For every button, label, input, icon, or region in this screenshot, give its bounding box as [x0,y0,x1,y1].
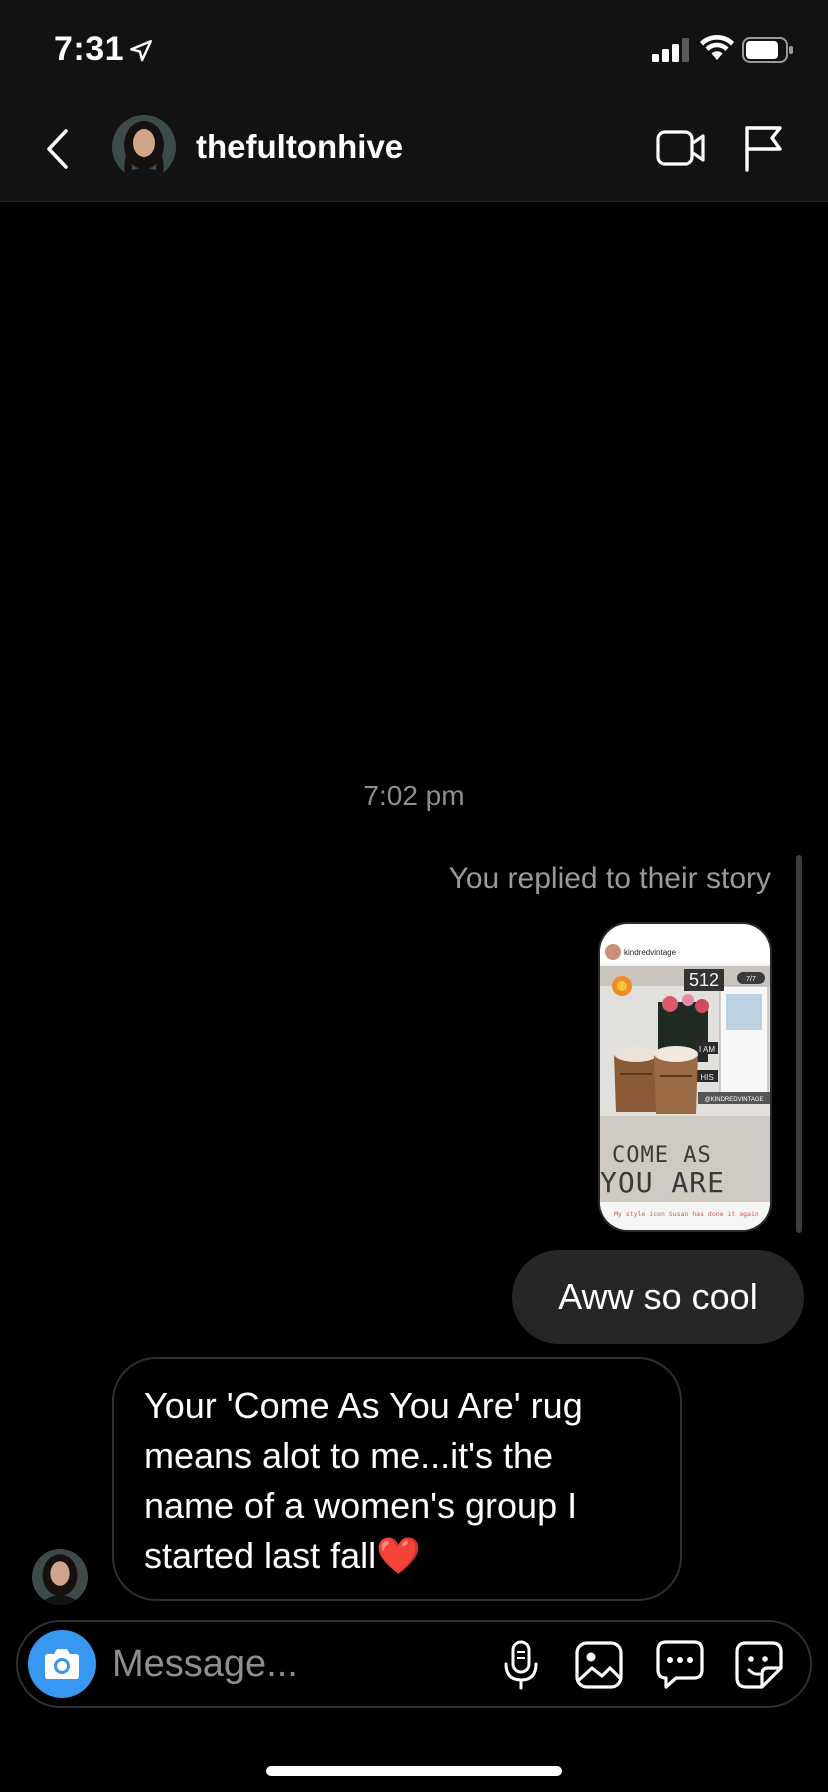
profile-photo-icon [32,1549,88,1605]
status-bar: 7:31 [0,0,828,100]
message-composer [16,1620,812,1708]
story-sign-1: I AM [699,1045,715,1054]
microphone-icon[interactable] [500,1640,542,1690]
message-input[interactable] [112,1636,492,1692]
camera-button[interactable] [28,1630,96,1698]
wifi-icon [700,34,734,60]
message-timestamp: 7:02 pm [363,780,465,811]
story-thumbnail[interactable]: kindredvintage 512 7/7 I AM HIS @KINDRED… [598,922,772,1232]
location-arrow-icon [130,40,152,62]
story-account-avatar [605,944,621,960]
avatar[interactable] [112,115,176,179]
chat-header: thefultonhive [0,100,828,202]
story-rug-line-2: YOU ARE [600,1166,725,1199]
video-call-icon[interactable] [656,126,706,170]
camera-icon [45,1649,79,1679]
story-house-number: 512 [689,970,719,990]
chat-username[interactable]: thefultonhive [196,128,403,166]
chat-bubble-icon[interactable] [654,1638,706,1690]
gallery-icon[interactable] [574,1640,624,1690]
profile-photo-icon [112,115,176,179]
story-caption: My style icon Susan has done it again [614,1210,759,1218]
story-rug-line-1: COME AS [612,1143,712,1168]
report-flag-icon[interactable] [742,122,784,172]
story-sign-2: HIS [700,1073,713,1082]
cellular-signal-icon [652,38,689,62]
back-chevron-icon[interactable] [42,126,72,172]
status-time: 7:31 [54,30,125,68]
battery-icon [742,37,793,63]
outgoing-message-bubble[interactable]: Aww so cool [512,1250,804,1344]
scrollbar[interactable] [796,855,802,1233]
story-counter: 7/7 [746,976,756,983]
home-indicator[interactable] [266,1766,562,1776]
story-account-name: kindredvintage [624,948,677,957]
story-reply-label: You replied to their story [448,862,771,895]
incoming-message-bubble[interactable]: Your 'Come As You Are' rug means alot to… [112,1357,682,1601]
story-tag: @KINDREDVINTAGE [705,1097,764,1103]
sticker-icon[interactable] [734,1640,784,1690]
avatar[interactable] [32,1549,88,1605]
story-image: kindredvintage 512 7/7 I AM HIS @KINDRED… [600,924,770,1230]
